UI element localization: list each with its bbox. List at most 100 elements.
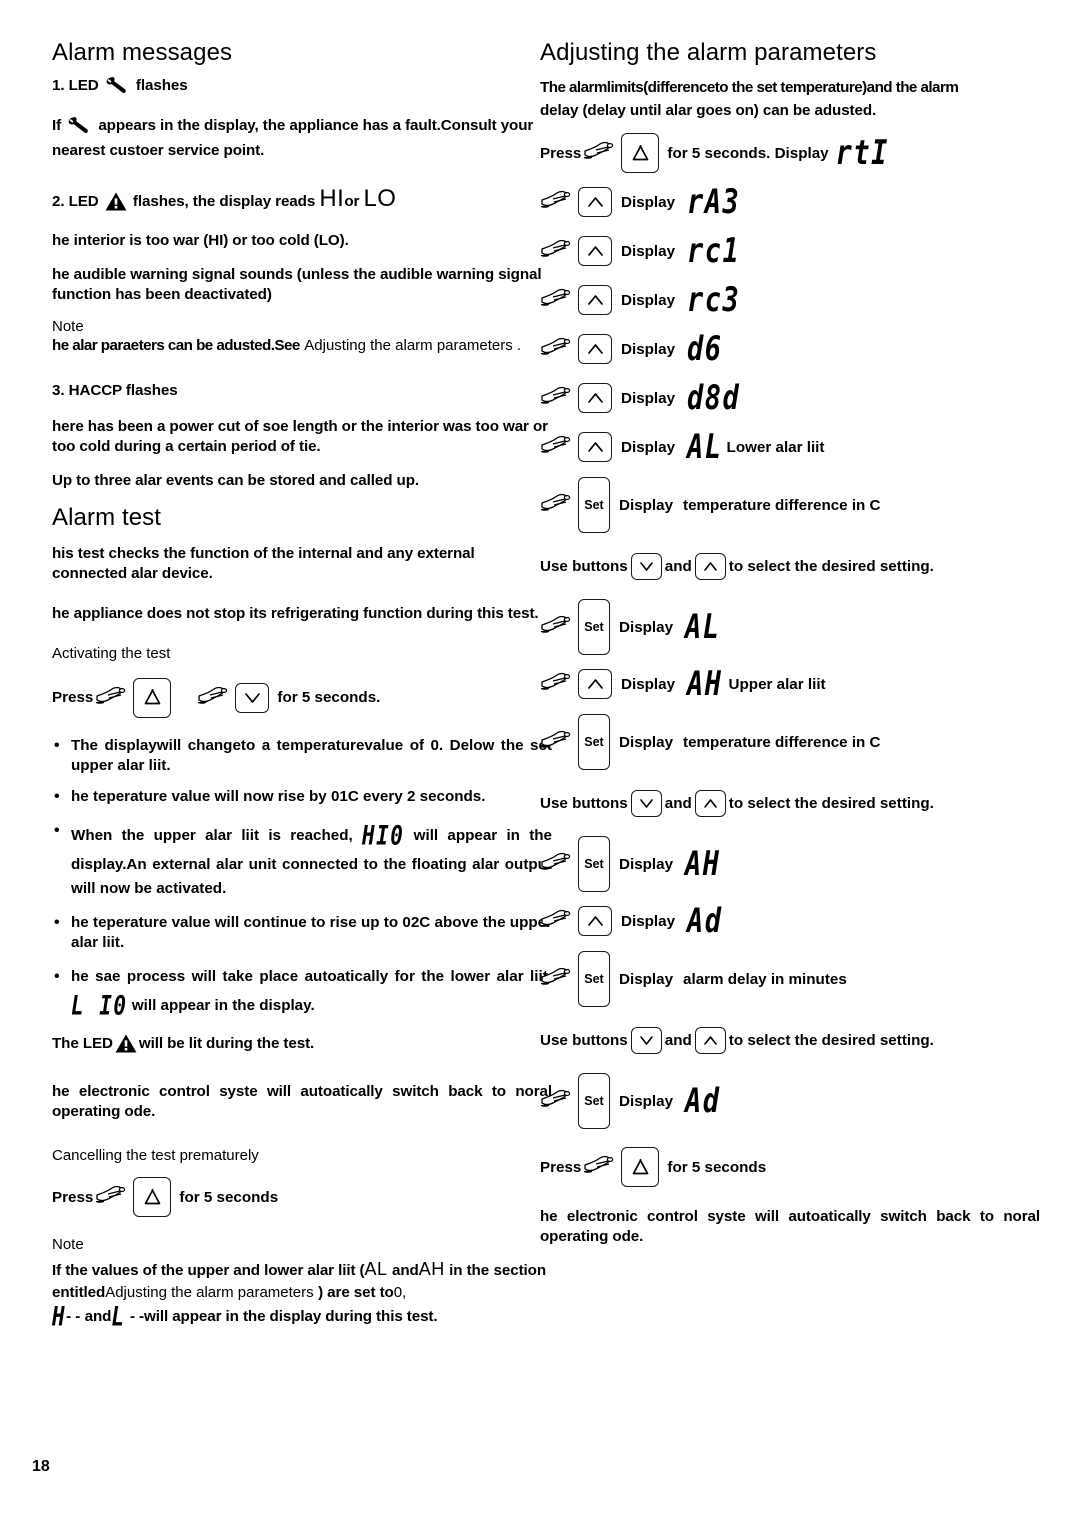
down-arrow-key-inline-2[interactable]	[630, 789, 662, 817]
alarm-message-2-or: or	[344, 192, 360, 210]
set-key-button-r11[interactable]: Set	[578, 714, 610, 771]
set-key-button-r9[interactable]: Set	[578, 599, 610, 656]
lcd-code-ad: Ad	[687, 901, 723, 941]
lcd-code-d6: d6	[687, 329, 723, 369]
page-title-alarm-messages: Alarm messages	[52, 39, 233, 66]
up-arrow-key-button-r3[interactable]	[578, 236, 612, 267]
hand-pointer-icon-r11	[540, 728, 580, 756]
note-label-1: Note	[52, 317, 84, 335]
up-arrow-key-button-r10[interactable]	[578, 669, 612, 700]
use-buttons-post-1: to select the desired setting.	[728, 557, 934, 575]
use-buttons-mid-3: and	[664, 1031, 692, 1049]
use-buttons-pre-3: Use buttons	[540, 1031, 628, 1049]
hand-pointer-icon	[95, 684, 135, 712]
adjust-step-set-al: Set Display AL	[540, 599, 1040, 656]
alarm-message-1-body-post: appears in the display, the appliance ha…	[52, 117, 534, 159]
adjust-step4-after: Display	[621, 340, 676, 358]
right-column: Adjusting the alarm parameters The alarm…	[540, 39, 1040, 1261]
adjust-step7-after: Display	[619, 496, 674, 514]
list-item: he teperature value will continue to ris…	[52, 912, 552, 954]
alarm-message-3-title: 3. HACCP flashes	[52, 382, 178, 400]
adjust-intro-line1: The alarmlimits(differenceto the set tem…	[540, 79, 959, 97]
wrench-icon	[106, 76, 129, 100]
set-key-button-r8[interactable]: Set	[578, 477, 610, 534]
hand-pointer-icon-r4	[540, 286, 580, 314]
cancel-test-label: Cancelling the test prematurely	[52, 1146, 259, 1164]
lcd-code-rti: rtI	[835, 133, 889, 173]
lcd-code-al: AL	[687, 427, 723, 467]
adjust-s3-0-after: Display	[619, 855, 674, 873]
adjust-step-set-delay: Set Display alarm delay in minutes	[540, 951, 1040, 1008]
up-arrow-key-button-r13[interactable]	[578, 906, 612, 937]
hand-pointer-icon-r9	[540, 613, 580, 641]
use-buttons-mid-2: and	[664, 794, 692, 812]
alarm-key-button-r1[interactable]	[621, 133, 660, 174]
alarm-message-1-body: If appears in the display, the appliance…	[52, 116, 552, 160]
note2-lcd-ah: AH	[418, 1258, 445, 1279]
adjust-step-set-ad: Set Display Ad	[540, 1073, 1040, 1130]
alarm-message-3-line1: here has been a power cut of soe length …	[52, 418, 548, 456]
use-buttons-post-2: to select the desired setting.	[728, 794, 934, 812]
alarm-message-2-note: he alar paraeters can be adusted.See Adj…	[52, 336, 552, 357]
lcd-code-ah: AH	[687, 664, 723, 704]
lcd-code-hi10: HI0	[361, 820, 405, 851]
alarm-key-button-2[interactable]	[133, 1177, 172, 1218]
up-arrow-key-button-r6[interactable]	[578, 383, 612, 414]
alarm-key-button-r16[interactable]	[621, 1147, 660, 1188]
lower-alarm-limit-label: Lower alar liit	[726, 438, 825, 456]
lcd-code-rc1: rc1	[687, 231, 741, 271]
list-item: he sae process will take place autoatica…	[52, 964, 552, 1024]
adjust-s2-1-after: Display	[621, 675, 676, 693]
lcd-code-lo10: L I0	[71, 991, 128, 1022]
hand-pointer-icon-2	[197, 684, 237, 712]
adjust-s2-2-after: Display	[619, 733, 674, 751]
hand-pointer-icon-r3	[540, 237, 580, 265]
list-item: he teperature value will now rise by 01C…	[52, 786, 552, 808]
press-suffix: for 5 seconds.	[277, 689, 381, 707]
alarm-message-1-title-pre: 1. LED	[52, 77, 99, 95]
left-column: Alarm messages 1. LED flashes If appears…	[52, 39, 552, 1332]
section-title-alarm-test: Alarm test	[52, 504, 162, 532]
alarm-message-2-title-pre: 2. LED	[52, 192, 99, 210]
adjust-step-rc1: Display rc1	[540, 231, 1040, 271]
alarm-key-button[interactable]	[133, 677, 172, 718]
hand-pointer-icon-r7	[540, 433, 580, 461]
bullet5-post: will appear in the display.	[131, 997, 315, 1015]
hand-pointer-icon-r5	[540, 335, 580, 363]
note2-dashes-2: - -	[129, 1308, 145, 1326]
section-title-adjusting-parameters: Adjusting the alarm parameters	[540, 39, 877, 66]
use-buttons-row-1: Use buttons and to select the desired se…	[540, 549, 1040, 583]
switch-back-text: he electronic control syste will autoati…	[52, 1082, 552, 1120]
down-arrow-key-inline-1[interactable]	[630, 552, 662, 580]
note2-part-a: If the values of the upper and lower ala…	[52, 1261, 365, 1279]
up-arrow-key-inline-3[interactable]	[694, 1026, 726, 1054]
hand-pointer-icon-3	[95, 1183, 135, 1211]
adjust-final-press: Press for 5 seconds	[540, 1147, 1040, 1188]
up-arrow-key-button-r7[interactable]	[578, 432, 612, 463]
adjust-closing-text: he electronic control syste will autoati…	[540, 1208, 1040, 1246]
lcd-code-al-2: AL	[685, 607, 721, 647]
alarm-message-3-line2: Up to three alar events can be stored an…	[52, 472, 419, 490]
up-arrow-key-button-r2[interactable]	[578, 187, 612, 218]
temperature-difference-label-2: temperature difference in C	[683, 733, 881, 751]
up-arrow-key-inline-2[interactable]	[694, 789, 726, 817]
up-arrow-key-inline-1[interactable]	[694, 552, 726, 580]
adjust-step0-after: for 5 seconds. Display	[667, 144, 829, 162]
adjust-press-label: Press	[540, 144, 582, 162]
set-key-button-r15[interactable]: Set	[578, 1073, 610, 1130]
down-arrow-key-button[interactable]	[235, 682, 270, 713]
hand-pointer-icon-r15	[540, 1087, 580, 1115]
adjust-step-set-ah: Set Display AH	[540, 836, 1040, 893]
up-arrow-key-button-r5[interactable]	[578, 334, 612, 365]
set-key-button-r14[interactable]: Set	[578, 951, 610, 1008]
hand-pointer-icon-r14	[540, 965, 580, 993]
warning-triangle-icon-2	[115, 1034, 137, 1059]
up-arrow-key-button-r4[interactable]	[578, 285, 612, 316]
set-key-button-r12[interactable]: Set	[578, 836, 610, 893]
list-item: When the upper alar liit is reached, HI0…	[52, 818, 552, 902]
alarm-message-2-line1: he interior is too war (HI) or too cold …	[52, 231, 349, 249]
note2-lcd-al: AL	[364, 1258, 388, 1279]
adjust-step-set-tempdiff-1: Set Display temperature difference in C	[540, 477, 1040, 534]
hand-pointer-icon-r13	[540, 907, 580, 935]
down-arrow-key-inline-3[interactable]	[630, 1026, 662, 1054]
